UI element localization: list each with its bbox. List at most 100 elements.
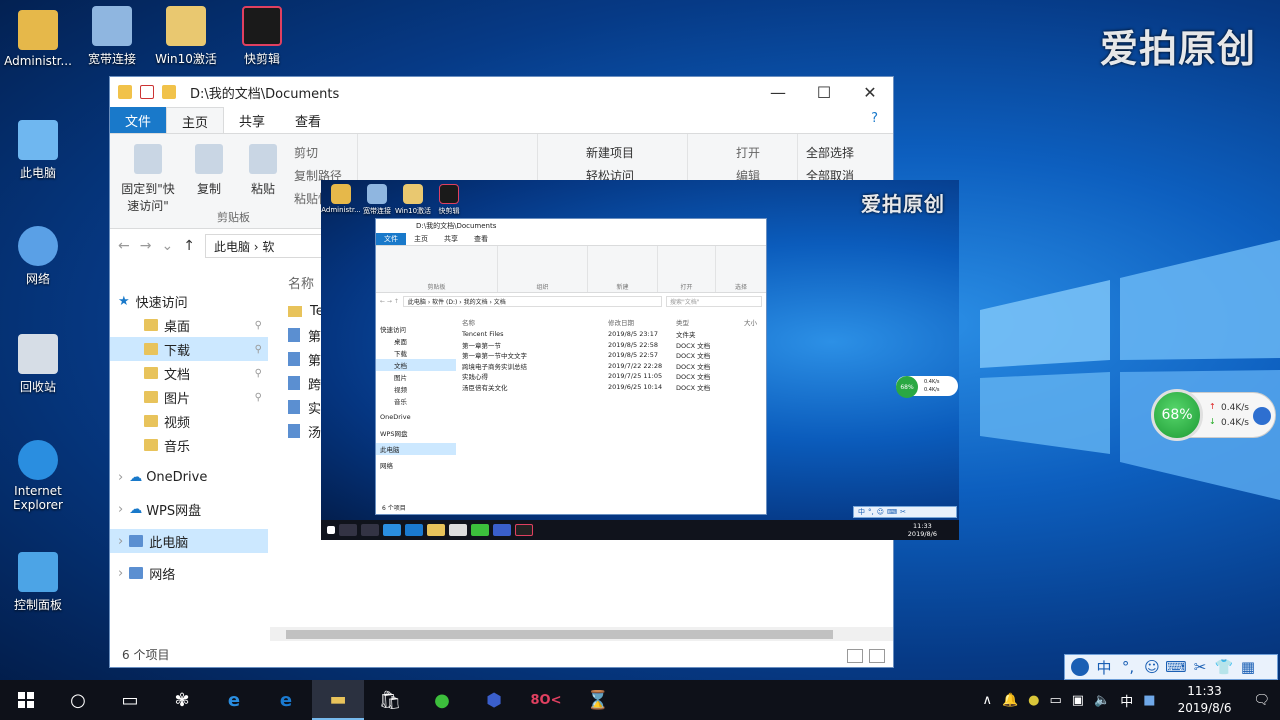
battery-icon[interactable]: ▭ <box>1049 693 1061 708</box>
start-button[interactable] <box>0 680 52 720</box>
inner-desktop-icon[interactable]: 快剪辑 <box>429 184 469 216</box>
back-icon[interactable]: ← <box>118 238 130 254</box>
inner-net-percent: 68% <box>896 376 918 398</box>
list-item[interactable]: 第 <box>288 347 324 371</box>
expand-icon[interactable]: › <box>118 502 123 517</box>
desktop-icon-control-panel[interactable]: 控制面板 <box>0 552 76 613</box>
clock[interactable]: 11:33 2019/8/6 <box>1178 683 1232 717</box>
close-button[interactable]: ✕ <box>847 77 893 107</box>
ime-punctuation-toggle[interactable]: °, <box>1119 658 1137 676</box>
desktop-icon-broadband[interactable]: 宽带连接 <box>74 6 150 67</box>
expand-icon[interactable]: › <box>118 470 123 485</box>
scroll-thumb[interactable] <box>286 630 833 639</box>
inner-desktop-icon[interactable]: Win10激活 <box>393 184 433 216</box>
horizontal-scrollbar[interactable] <box>270 627 893 641</box>
nav-this-pc[interactable]: › 此电脑 <box>110 529 268 553</box>
maximize-button[interactable]: ☐ <box>801 77 847 107</box>
ime-screenshot-button[interactable]: ✂ <box>1191 658 1209 676</box>
ime-keyboard-button[interactable]: ⌨ <box>1165 658 1187 676</box>
ime-skin-icon[interactable]: 👕 <box>1215 658 1234 676</box>
inner-taskbar-app <box>471 524 489 536</box>
desktop-icon-recycle-bin[interactable]: 回收站 <box>0 334 76 395</box>
new-item-button[interactable]: 新建项目 <box>586 144 634 161</box>
desktop-icon-win10[interactable]: Win10激活 <box>148 6 224 67</box>
input-language[interactable]: 中 <box>1120 691 1133 710</box>
taskbar-app-green[interactable]: ● <box>416 680 468 720</box>
inner-tab-view: 查看 <box>474 235 488 243</box>
tab-file[interactable]: 文件 <box>110 107 167 133</box>
inner-net-down: 0.4K/s <box>924 387 940 393</box>
expand-icon[interactable]: › <box>118 566 123 581</box>
list-item[interactable]: 实 <box>288 395 324 419</box>
taskbar-app-edge[interactable]: e <box>260 680 312 720</box>
taskbar-app-kuaijianji[interactable]: 8O< <box>520 680 572 720</box>
nav-music[interactable]: 音乐 <box>110 433 268 457</box>
ime-tray-icon[interactable]: ■ <box>1143 693 1155 708</box>
open-button[interactable]: 打开 <box>736 144 760 161</box>
large-icons-view-icon[interactable] <box>869 649 885 663</box>
ime-logo-icon[interactable] <box>1071 658 1089 676</box>
tab-home[interactable]: 主页 <box>166 107 225 133</box>
accelerator-icon[interactable] <box>1253 407 1271 425</box>
ime-language-toggle[interactable]: 中 <box>1095 658 1113 677</box>
nav-network[interactable]: › 网络 <box>110 561 268 585</box>
new-folder-icon[interactable] <box>162 85 176 99</box>
inner-desktop-icon[interactable]: 宽带连接 <box>357 184 397 216</box>
taskbar-app-explorer[interactable]: ▬ <box>312 680 364 720</box>
list-item[interactable]: 第 <box>288 323 324 347</box>
up-icon[interactable]: ↑ <box>183 238 195 254</box>
taskbar-app-blue[interactable]: ⬢ <box>468 680 520 720</box>
ime-emoji-button[interactable]: ☺ <box>1143 658 1161 676</box>
inner-file-name: 第一章第一节中文文字 <box>462 352 527 361</box>
nav-documents[interactable]: 文档 ⚲ <box>110 361 268 385</box>
volume-icon[interactable]: 🔈 <box>1094 693 1110 708</box>
hourglass-icon: ⌛ <box>586 689 610 711</box>
ime-grid-icon[interactable]: ▦ <box>1239 658 1257 676</box>
nav-wps[interactable]: › ☁ WPS网盘 <box>110 497 268 521</box>
desktop-icon-kuaijianji[interactable]: 快剪辑 <box>224 6 300 67</box>
tab-view[interactable]: 查看 <box>280 107 336 133</box>
inner-file-name: Tencent Files <box>462 330 504 339</box>
action-center-icon[interactable]: 🗨 <box>1253 693 1270 708</box>
select-all-button[interactable]: 全部选择 <box>806 144 854 161</box>
inner-explorer-window: D:\我的文档\Documents 文件 主页 共享 查看 剪贴板 组织 新建 … <box>375 218 767 515</box>
list-item[interactable]: 汤 <box>288 419 324 443</box>
tray-chevron-icon[interactable]: ∧ <box>982 693 992 708</box>
network-tray-icon[interactable]: ▣ <box>1072 693 1084 708</box>
search-button[interactable]: ○ <box>52 680 104 720</box>
properties-icon[interactable] <box>140 85 154 99</box>
nav-videos[interactable]: 视频 <box>110 409 268 433</box>
inner-icon-label: 快剪辑 <box>438 207 460 215</box>
taskbar-app-ie[interactable]: e <box>208 680 260 720</box>
expand-icon[interactable]: › <box>118 534 123 549</box>
desktop-icon-this-pc[interactable]: 此电脑 <box>0 120 76 181</box>
tray-app-icon[interactable]: ● <box>1028 693 1039 708</box>
forward-icon[interactable]: → <box>140 238 152 254</box>
taskbar-app-hourglass[interactable]: ⌛ <box>572 680 624 720</box>
nav-pictures[interactable]: 图片 ⚲ <box>110 385 268 409</box>
cut-button[interactable]: 剪切 <box>294 144 342 161</box>
desktop-icon-network[interactable]: 网络 <box>0 226 76 287</box>
details-view-icon[interactable] <box>847 649 863 663</box>
notification-bell-icon[interactable]: 🔔 <box>1002 693 1018 708</box>
desktop-icon-ie[interactable]: Internet Explorer <box>0 440 76 512</box>
desktop-icon-label: 回收站 <box>19 380 56 394</box>
title-bar[interactable]: D:\我的文档\Documents — ☐ ✕ <box>110 77 893 107</box>
nav-desktop[interactable]: 桌面 ⚲ <box>110 313 268 337</box>
help-icon[interactable]: ? <box>856 107 893 133</box>
task-view-button[interactable]: ▭ <box>104 680 156 720</box>
minimize-button[interactable]: — <box>755 77 801 107</box>
taskbar-app-pinwheel[interactable]: ✾ <box>156 680 208 720</box>
taskbar-app-store[interactable]: 🛍 <box>364 680 416 720</box>
nav-downloads[interactable]: 下载 ⚲ <box>110 337 268 361</box>
recent-icon[interactable]: ⌄ <box>161 238 173 254</box>
desktop-icon-administrator[interactable]: Administr... <box>0 10 76 68</box>
nav-onedrive[interactable]: › ☁ OneDrive <box>110 465 268 489</box>
nav-quick-access[interactable]: ★ 快速访问 <box>110 289 268 313</box>
column-name-header[interactable]: 名称 <box>288 273 314 292</box>
network-speed-widget[interactable]: 68% ↑ 0.4K/s ↓ 0.4K/s <box>1151 389 1276 441</box>
tab-share[interactable]: 共享 <box>224 107 280 133</box>
list-item[interactable]: 跨 <box>288 371 324 395</box>
inner-desktop-icon[interactable]: Administr... <box>321 184 361 214</box>
list-item[interactable]: Te <box>288 299 324 323</box>
